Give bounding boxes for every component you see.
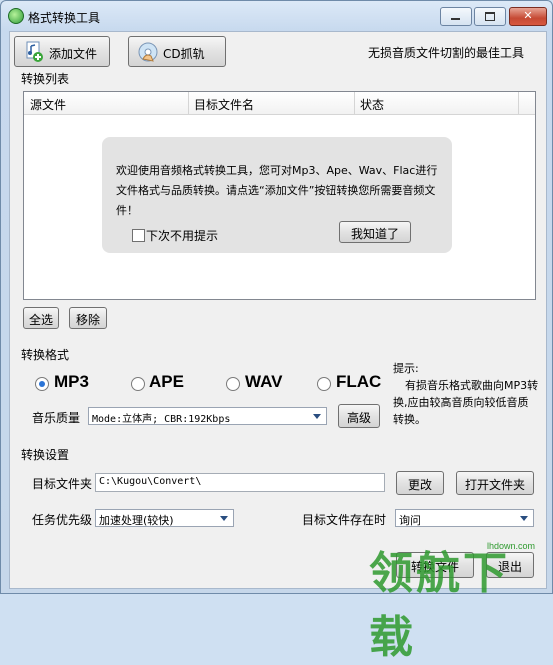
priority-value: 加速处理(较快) — [99, 514, 174, 527]
watermark-logo: 领航下载 — [369, 548, 510, 663]
radio-ape[interactable] — [131, 377, 145, 391]
client-area: 添加文件 CD抓轨 无损音质文件切割的最佳工具 转换列表 源文件 目标文件名 状… — [9, 31, 547, 589]
minimize-icon — [451, 18, 460, 20]
close-icon: ✕ — [523, 9, 533, 22]
convert-list[interactable]: 源文件 目标文件名 状态 欢迎使用音频格式转换工具，您可对Mp3、Ape、Wav… — [23, 91, 536, 300]
radio-flac[interactable] — [317, 377, 331, 391]
target-folder-field[interactable]: C:\Kugou\Convert\ — [95, 473, 385, 492]
remove-button[interactable]: 移除 — [69, 307, 107, 329]
radio-ape-label[interactable]: APE — [149, 372, 184, 392]
hint-text: 有损音乐格式歌曲向MP3转换,应由较高音质向较低音质转换。 — [393, 379, 539, 426]
cd-disc-icon — [138, 42, 158, 62]
window-title: 格式转换工具 — [28, 11, 101, 25]
radio-wav[interactable] — [226, 377, 240, 391]
file-exists-dropdown[interactable]: 询问 — [395, 509, 534, 527]
convert-list-label: 转换列表 — [21, 72, 70, 86]
maximize-icon — [485, 12, 495, 21]
select-all-button[interactable]: 全选 — [23, 307, 59, 329]
column-source-file[interactable]: 源文件 — [30, 96, 66, 113]
priority-label: 任务优先级 — [32, 513, 93, 527]
column-target-file[interactable]: 目标文件名 — [194, 96, 254, 113]
maximize-button[interactable] — [474, 7, 506, 26]
add-file-label: 添加文件 — [49, 47, 98, 61]
app-window: 格式转换工具 ✕ 添加文件 CD抓轨 无损音质文件切割的最佳工具 转换列表 源文… — [0, 0, 553, 663]
radio-flac-label[interactable]: FLAC — [336, 372, 381, 392]
add-file-icon — [26, 41, 43, 62]
cd-grab-label: CD抓轨 — [163, 47, 205, 61]
hint-title: 提示: — [393, 362, 419, 375]
file-exists-value: 询问 — [399, 514, 421, 527]
radio-mp3-label[interactable]: MP3 — [54, 372, 89, 392]
file-exists-label: 目标文件存在时 — [302, 513, 387, 527]
list-header: 源文件 目标文件名 状态 — [24, 92, 535, 115]
cd-grab-button[interactable]: CD抓轨 — [128, 36, 226, 67]
target-folder-label: 目标文件夹 — [32, 477, 93, 491]
radio-mp3[interactable] — [35, 377, 49, 391]
hint-box: 提示: 有损音乐格式歌曲向MP3转换,应由较高音质向较低音质转换。 — [393, 360, 539, 428]
minimize-button[interactable] — [440, 7, 472, 26]
add-file-button[interactable]: 添加文件 — [14, 36, 110, 67]
chevron-down-icon — [313, 414, 321, 419]
radio-wav-label[interactable]: WAV — [245, 372, 282, 392]
format-group-label: 转换格式 — [21, 348, 70, 362]
target-folder-value: C:\Kugou\Convert\ — [99, 476, 202, 487]
chevron-down-icon — [520, 516, 528, 521]
advanced-button[interactable]: 高级 — [338, 404, 380, 428]
quality-label: 音乐质量 — [32, 411, 81, 425]
slogan-text: 无损音质文件切割的最佳工具 — [368, 46, 525, 60]
settings-group-label: 转换设置 — [21, 448, 70, 462]
welcome-message: 欢迎使用音频格式转换工具，您可对Mp3、Ape、Wav、Flac进行文件格式与品… — [116, 164, 438, 217]
got-it-button[interactable]: 我知道了 — [339, 221, 411, 243]
chevron-down-icon — [220, 516, 228, 521]
close-button[interactable]: ✕ — [509, 7, 547, 26]
watermark-url: lhdown.com — [487, 541, 536, 551]
quality-dropdown[interactable]: Mode:立体声; CBR:192Kbps — [88, 407, 327, 425]
quality-value: Mode:立体声; CBR:192Kbps — [92, 414, 231, 425]
open-folder-button[interactable]: 打开文件夹 — [456, 471, 534, 495]
change-folder-button[interactable]: 更改 — [396, 471, 444, 495]
title-bar[interactable]: 格式转换工具 ✕ — [1, 1, 552, 31]
priority-dropdown[interactable]: 加速处理(较快) — [95, 509, 234, 527]
app-icon — [8, 8, 24, 24]
dont-show-label[interactable]: 下次不用提示 — [146, 227, 218, 244]
column-status[interactable]: 状态 — [360, 96, 384, 113]
welcome-tip-panel: 欢迎使用音频格式转换工具，您可对Mp3、Ape、Wav、Flac进行文件格式与品… — [102, 137, 452, 253]
dont-show-checkbox[interactable] — [132, 229, 145, 242]
